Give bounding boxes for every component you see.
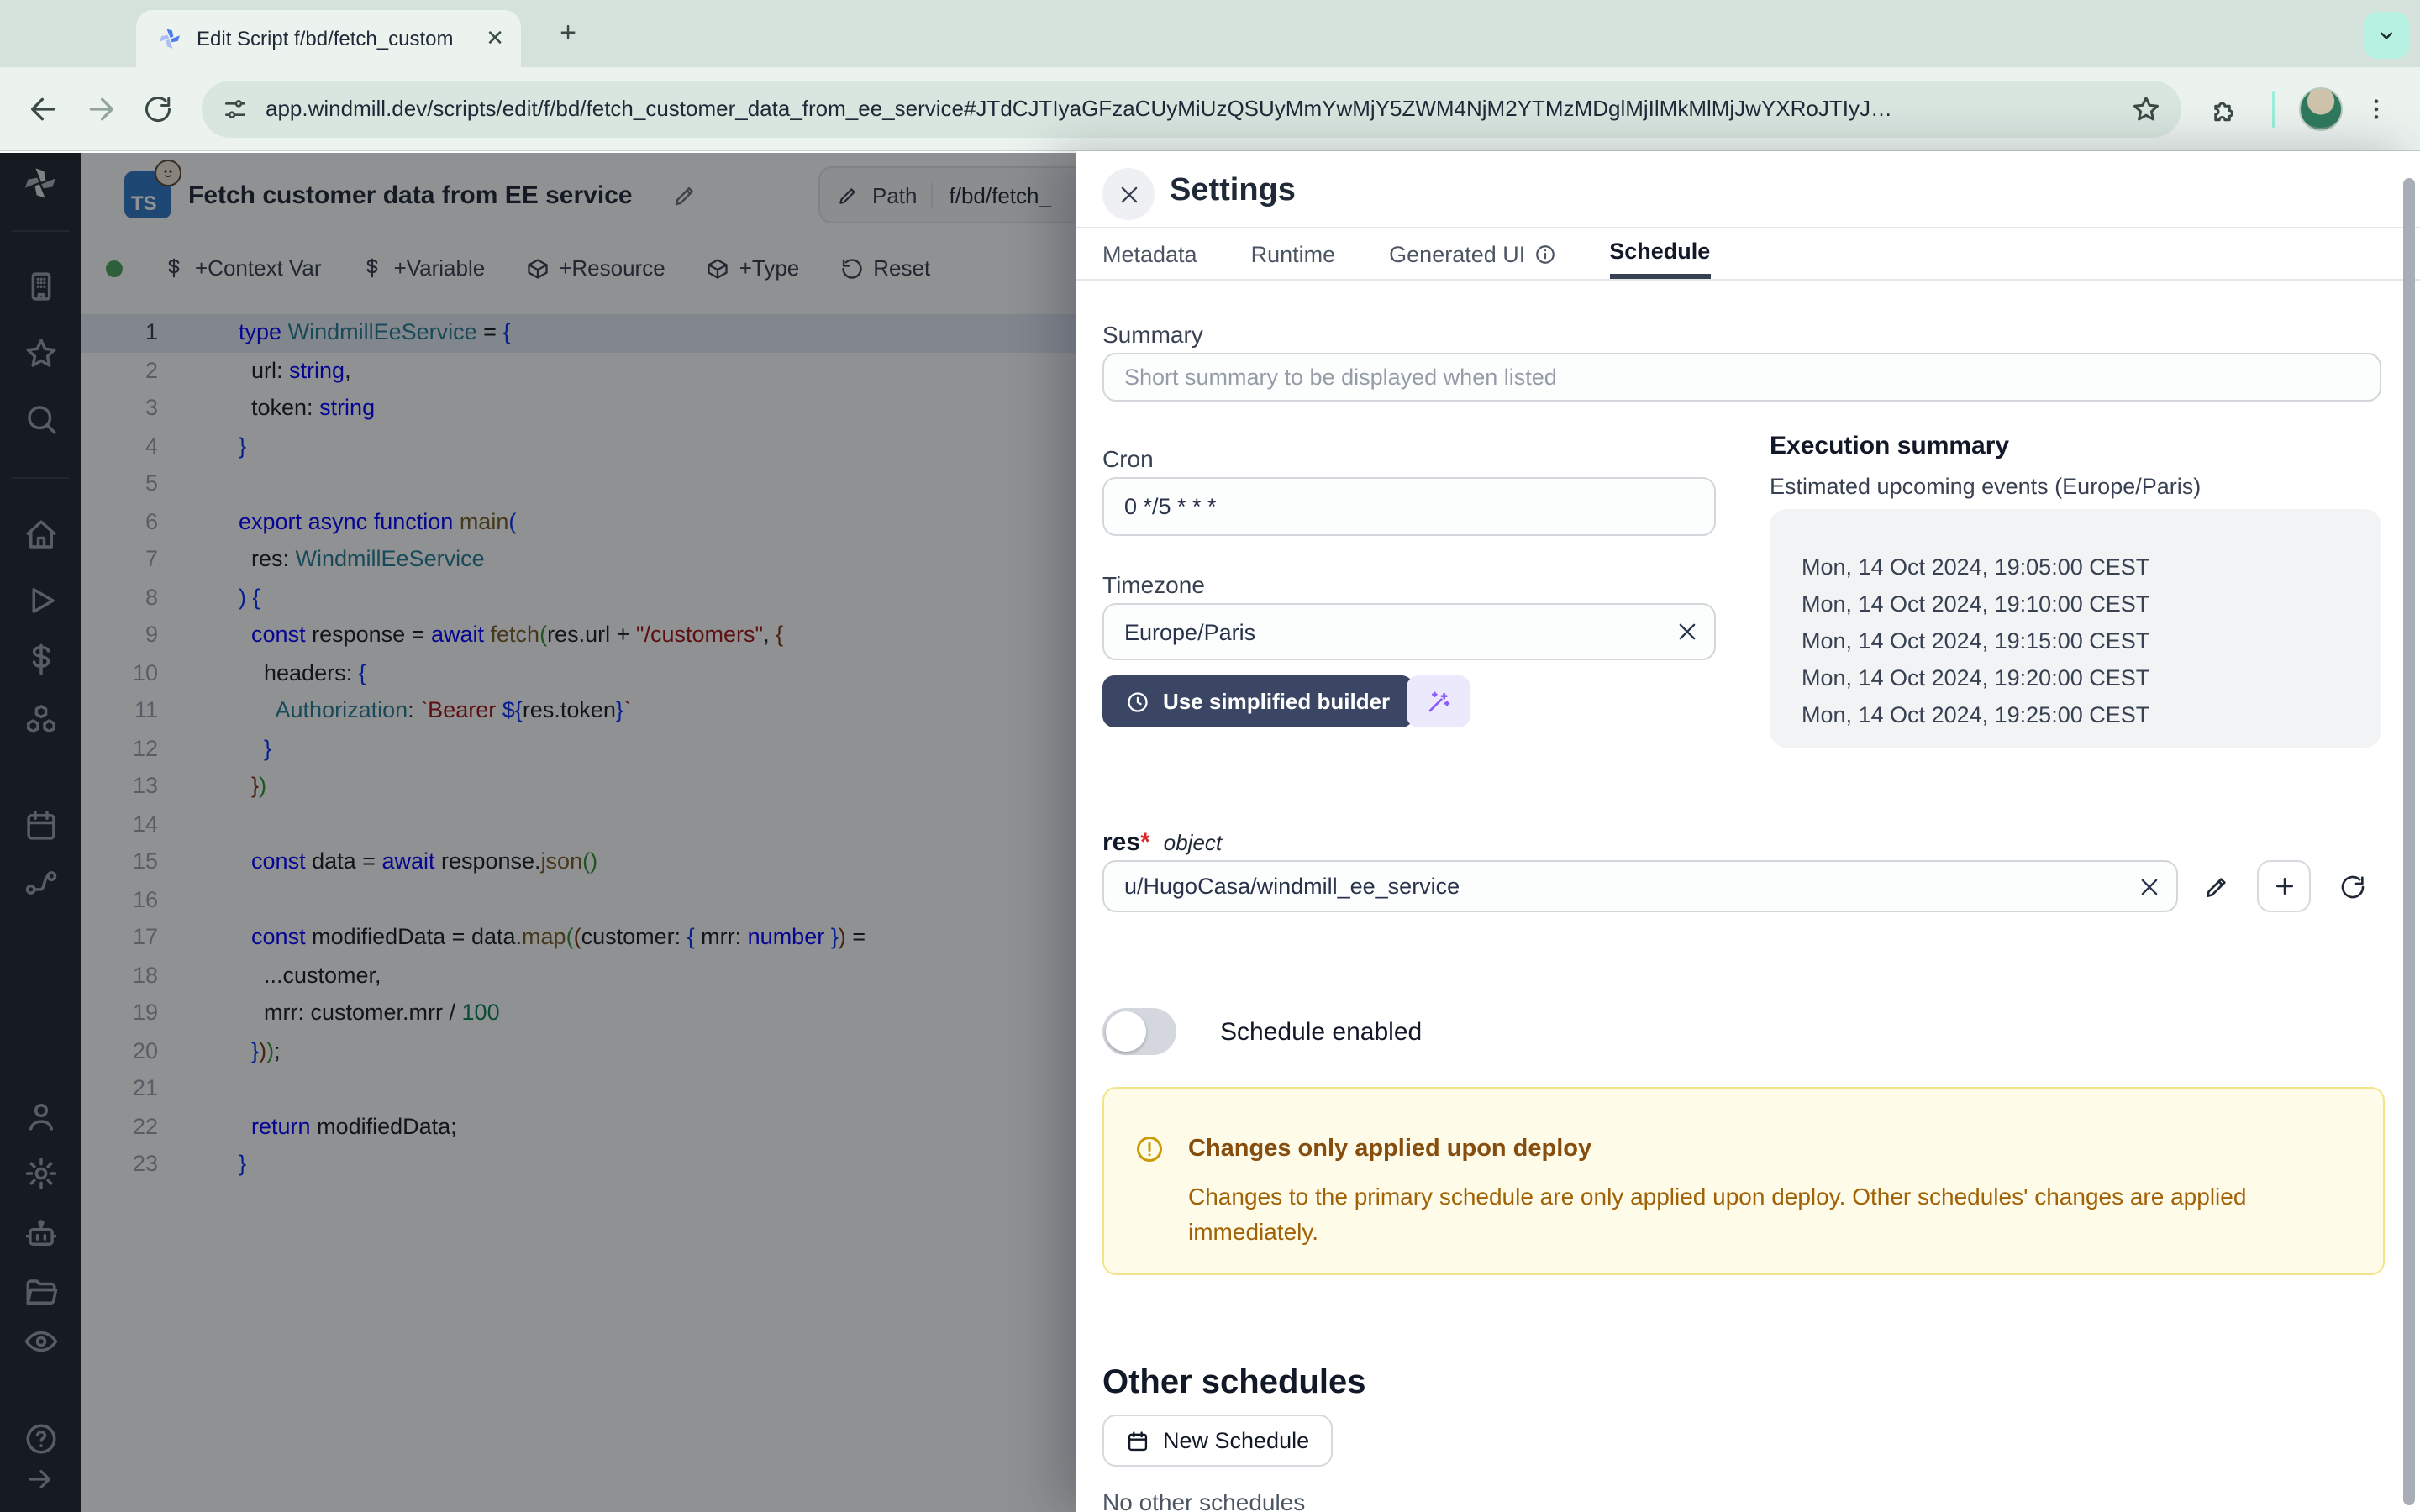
timezone-label: Timezone xyxy=(1102,571,1205,598)
refresh-icon xyxy=(2339,873,2366,900)
extensions-puzzle-icon[interactable] xyxy=(2202,85,2249,132)
tab-title: Edit Script f/bd/fetch_custom xyxy=(197,27,472,50)
event-row: Mon, 14 Oct 2024, 19:15:00 CEST xyxy=(1802,623,2381,660)
new-tab-button[interactable]: + xyxy=(550,15,587,52)
new-schedule-button[interactable]: New Schedule xyxy=(1102,1415,1333,1467)
execution-summary-subtitle: Estimated upcoming events (Europe/Paris) xyxy=(1770,474,2201,499)
event-row: Mon, 14 Oct 2024, 19:25:00 CEST xyxy=(1802,697,2381,734)
no-other-schedules-text: No other schedules xyxy=(1102,1488,1305,1512)
summary-label: Summary xyxy=(1102,321,1203,348)
drawer-body: Summary Cron Timezone Use simplified bui… xyxy=(1076,281,2420,1512)
drawer-tabs: Metadata Runtime Generated UI Schedule xyxy=(1076,227,2420,281)
res-field-name: res* xyxy=(1102,828,1150,857)
execution-summary-title: Execution summary xyxy=(1770,432,2009,460)
calendar-icon xyxy=(1126,1429,1150,1452)
deploy-warning: Changes only applied upon deploy Changes… xyxy=(1102,1087,2385,1275)
screen: Edit Script f/bd/fetch_custom ✕ + app.wi… xyxy=(0,0,2420,1512)
event-row: Mon, 14 Oct 2024, 19:10:00 CEST xyxy=(1802,586,2381,623)
toolbar-divider xyxy=(2272,90,2275,127)
url-bar[interactable]: app.windmill.dev/scripts/edit/f/bd/fetch… xyxy=(202,80,2181,137)
tab-runtime[interactable]: Runtime xyxy=(1251,228,1336,279)
clear-timezone-icon[interactable] xyxy=(1676,620,1699,643)
dim-overlay xyxy=(0,153,1076,1512)
clear-resource-icon[interactable] xyxy=(2138,874,2161,898)
clock-icon xyxy=(1126,690,1150,713)
drawer-scrollbar[interactable] xyxy=(2403,178,2415,1505)
summary-input[interactable] xyxy=(1102,353,2381,402)
bookmark-star-icon[interactable] xyxy=(2131,93,2161,123)
other-schedules-heading: Other schedules xyxy=(1102,1364,1365,1403)
upcoming-events-panel: Mon, 14 Oct 2024, 19:05:00 CESTMon, 14 O… xyxy=(1770,509,2381,748)
schedule-enabled-toggle[interactable] xyxy=(1102,1008,1176,1055)
use-simplified-builder-button[interactable]: Use simplified builder xyxy=(1102,675,1413,727)
add-resource-plus-button[interactable] xyxy=(2257,860,2311,912)
alert-circle-icon xyxy=(1134,1134,1165,1164)
tab-generated-ui[interactable]: Generated UI xyxy=(1389,228,1555,279)
edit-resource-button[interactable] xyxy=(2203,860,2237,912)
settings-drawer: Settings Metadata Runtime Generated UI S… xyxy=(1076,151,2420,1512)
profile-avatar[interactable] xyxy=(2299,87,2343,130)
drawer-close-button[interactable] xyxy=(1102,168,1155,220)
required-asterisk: * xyxy=(1140,828,1150,857)
windmill-favicon xyxy=(156,25,183,52)
tab-close-icon[interactable]: ✕ xyxy=(486,25,504,52)
refresh-resource-button[interactable] xyxy=(2339,860,2373,912)
ai-wand-button[interactable] xyxy=(1407,675,1470,727)
cron-label: Cron xyxy=(1102,445,1154,472)
res-field-type: object xyxy=(1164,830,1222,855)
schedule-enabled-row: Schedule enabled xyxy=(1102,1008,1422,1055)
res-field-header: res* object xyxy=(1102,828,1222,857)
reload-button[interactable] xyxy=(134,85,182,132)
close-icon xyxy=(1117,182,1140,206)
url-text[interactable]: app.windmill.dev/scripts/edit/f/bd/fetch… xyxy=(266,96,2114,121)
back-button[interactable] xyxy=(20,85,67,132)
event-row: Mon, 14 Oct 2024, 19:20:00 CEST xyxy=(1802,660,2381,697)
resource-input[interactable] xyxy=(1102,860,2178,912)
plus-icon xyxy=(2271,874,2296,899)
tab-schedule[interactable]: Schedule xyxy=(1609,228,1710,279)
tab-metadata[interactable]: Metadata xyxy=(1102,228,1197,279)
browser-tab[interactable]: Edit Script f/bd/fetch_custom ✕ xyxy=(136,10,521,67)
warning-body: Changes to the primary schedule are only… xyxy=(1188,1179,2348,1250)
info-icon xyxy=(1534,243,1555,265)
magic-wand-icon xyxy=(1425,688,1452,715)
schedule-enabled-label: Schedule enabled xyxy=(1220,1017,1422,1046)
tab-search-button[interactable] xyxy=(2363,12,2410,59)
pencil-icon xyxy=(2203,873,2230,900)
cron-input[interactable] xyxy=(1102,477,1716,536)
tune-icon[interactable] xyxy=(222,95,249,122)
browser-toolbar: app.windmill.dev/scripts/edit/f/bd/fetch… xyxy=(0,67,2420,151)
drawer-title: Settings xyxy=(1170,173,1296,210)
browser-tabstrip: Edit Script f/bd/fetch_custom ✕ + xyxy=(0,0,2420,67)
timezone-input[interactable] xyxy=(1102,603,1716,660)
events-list: Mon, 14 Oct 2024, 19:05:00 CESTMon, 14 O… xyxy=(1802,549,2381,734)
forward-button[interactable] xyxy=(77,85,124,132)
event-row: Mon, 14 Oct 2024, 19:05:00 CEST xyxy=(1802,549,2381,586)
warning-title: Changes only applied upon deploy xyxy=(1188,1136,1591,1163)
kebab-menu-icon[interactable] xyxy=(2353,85,2400,132)
chevron-down-icon xyxy=(2375,24,2398,47)
